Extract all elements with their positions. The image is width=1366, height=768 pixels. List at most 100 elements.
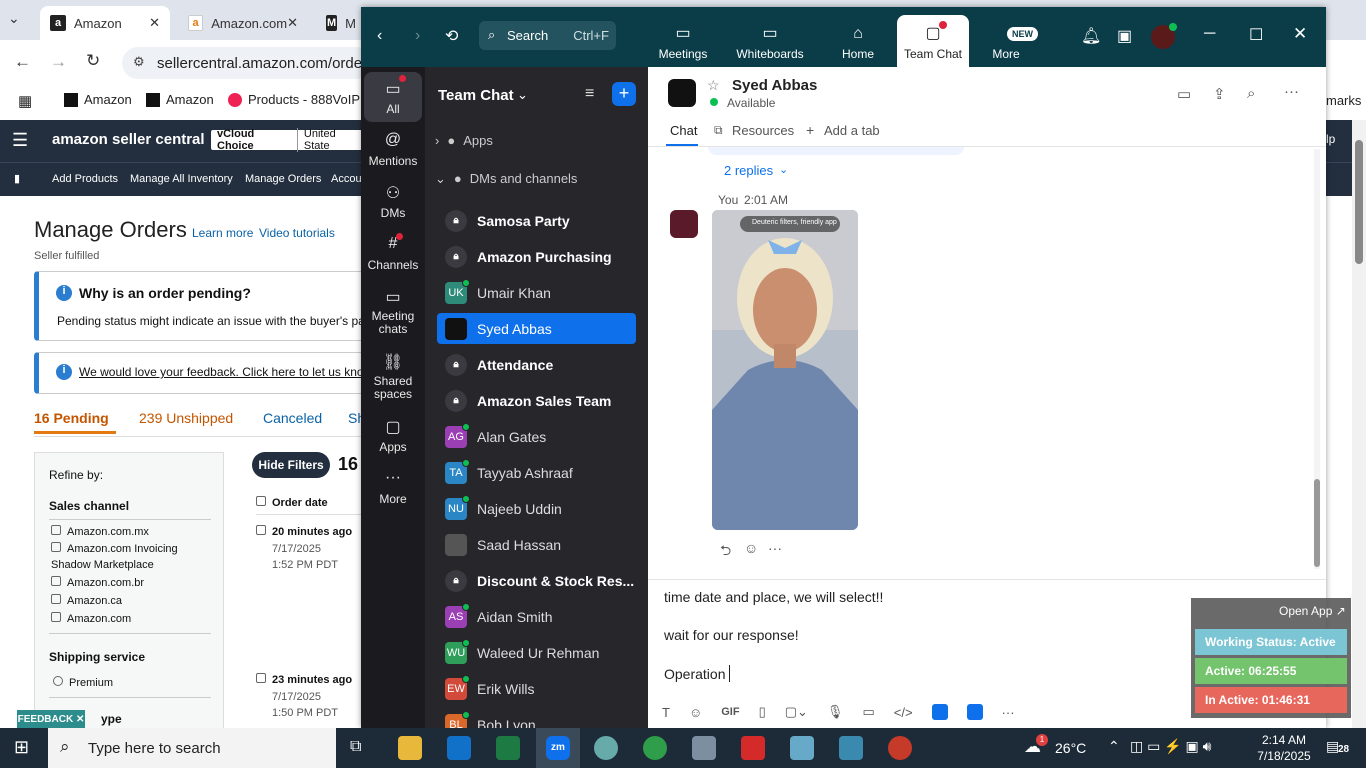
tab-chat[interactable]: Chat <box>670 123 697 138</box>
channel-item[interactable]: AS Aidan Smith <box>437 601 636 632</box>
compose-button[interactable]: + <box>612 82 636 106</box>
maximize-icon[interactable]: ☐ <box>1249 25 1263 45</box>
filter-amazon-ca[interactable]: Amazon.ca <box>51 594 122 607</box>
nav-manage-orders[interactable]: Manage Orders <box>245 173 321 185</box>
checkbox[interactable] <box>51 525 61 535</box>
order-date-header[interactable]: Order date <box>256 496 328 509</box>
tab-pending[interactable]: 16 Pending <box>34 410 109 426</box>
chrome-icon[interactable] <box>643 736 667 760</box>
app-icon[interactable] <box>966 704 983 720</box>
chevron-down-icon[interactable]: ⌄ <box>517 87 528 103</box>
nav-apps[interactable]: ▢ Apps <box>363 417 423 454</box>
screenshot-icon[interactable]: ▢⌄ <box>785 704 808 720</box>
apps-section[interactable]: › ● Apps <box>435 133 493 148</box>
search-icon[interactable]: ⌕ <box>1247 85 1255 102</box>
nav-add-products[interactable]: Add Products <box>52 173 118 185</box>
channel-item[interactable]: NU Najeeb Uddin <box>437 493 636 524</box>
tab-list-icon[interactable]: ⌄ <box>8 10 30 30</box>
tab-home[interactable]: ⌂ Home <box>820 15 896 67</box>
taskbar-search[interactable]: ⌕ Type here to search <box>48 728 336 768</box>
page-scrollbar[interactable] <box>1352 120 1366 728</box>
tab-amazon-1[interactable]: a Amazon ✕ <box>40 6 170 40</box>
learn-more-link[interactable]: Learn more <box>192 226 253 240</box>
channel-item[interactable]: 🔒︎ Amazon Sales Team <box>437 385 636 416</box>
clock-date[interactable]: 7/18/2025 <box>1254 749 1314 763</box>
file-explorer-icon[interactable] <box>398 736 422 760</box>
close-icon[interactable]: ✕ <box>149 15 160 31</box>
checkbox[interactable] <box>256 673 266 683</box>
calculator-icon[interactable] <box>692 736 716 760</box>
nav-account[interactable]: Accou <box>331 173 362 185</box>
scrollbar-thumb[interactable] <box>1314 479 1320 567</box>
filter-premium[interactable]: Premium <box>53 676 113 689</box>
gif-icon[interactable]: GIF <box>721 706 739 718</box>
forward-icon[interactable]: › <box>415 27 420 45</box>
all-bookmarks-label[interactable]: marks <box>1326 93 1361 108</box>
app-icon[interactable] <box>839 736 863 760</box>
checkbox[interactable] <box>51 576 61 586</box>
microphone-icon[interactable]: 🎙︎ <box>827 704 844 720</box>
video-tutorials-link[interactable]: Video tutorials <box>259 226 335 240</box>
channel-item[interactable]: 🔒︎ Amazon Purchasing <box>437 241 636 272</box>
site-info-icon[interactable]: ⚙ <box>133 54 145 70</box>
reply-icon[interactable]: ⮌ <box>720 540 731 564</box>
search-input[interactable]: ⌕ Search Ctrl+F <box>479 21 616 50</box>
feedback-button[interactable]: FEEDBACK ✕ <box>17 710 85 728</box>
close-icon[interactable]: ✕ <box>287 15 298 31</box>
tab-3[interactable]: M M <box>316 6 366 40</box>
tab-team-chat[interactable]: ▢ Team Chat <box>897 15 969 67</box>
tab-more[interactable]: NEW More <box>968 15 1044 67</box>
tray-icons[interactable]: ◫ ▭ ⚡ ▣ 🔊︎ <box>1130 738 1212 755</box>
tab-resources[interactable]: Resources <box>732 123 794 138</box>
more-icon[interactable]: ··· <box>1284 83 1299 100</box>
checkbox[interactable] <box>51 542 61 552</box>
nav-channels[interactable]: # Channels <box>363 233 423 272</box>
temperature[interactable]: 26°C <box>1055 740 1086 756</box>
tab-canceled[interactable]: Canceled <box>263 410 322 426</box>
channel-item[interactable]: WU Waleed Ur Rehman <box>437 637 636 668</box>
nav-meeting-chats[interactable]: ▭ Meeting chats <box>363 287 423 336</box>
filter-icon[interactable]: ≡ <box>585 85 594 103</box>
open-app-link[interactable]: Open App ↗ <box>1279 604 1346 618</box>
channel-item[interactable]: Syed Abbas <box>437 313 636 344</box>
nav-mentions[interactable]: @ Mentions <box>363 131 423 168</box>
channel-item[interactable]: 🔒︎ Discount & Stock Res... <box>437 565 636 596</box>
checkbox[interactable] <box>51 594 61 604</box>
bell-icon[interactable]: 🔔︎ <box>1081 26 1101 46</box>
more-icon[interactable]: ··· <box>768 540 782 556</box>
tab-unshipped[interactable]: 239 Unshipped <box>139 410 233 426</box>
channel-item[interactable]: Saad Hassan <box>437 529 636 560</box>
contact-avatar[interactable] <box>668 79 696 107</box>
bookmark-amazon-2[interactable]: Amazon <box>146 92 214 107</box>
format-text-icon[interactable]: T <box>662 705 670 720</box>
video-call-icon[interactable]: ▭ <box>1177 85 1191 103</box>
menu-icon[interactable]: ☰ <box>12 130 28 151</box>
task-view-icon[interactable]: ⧉ <box>350 738 361 756</box>
tab-whiteboards[interactable]: ▭ Whiteboards <box>732 15 808 67</box>
nav-manage-inventory[interactable]: Manage All Inventory <box>130 173 233 185</box>
share-screen-icon[interactable]: ⇪ <box>1213 85 1226 103</box>
file-icon[interactable]: ▯ <box>759 704 766 720</box>
app-icon[interactable] <box>594 736 618 760</box>
back-icon[interactable]: ‹ <box>377 27 382 45</box>
code-icon[interactable]: </> <box>894 705 913 720</box>
bookmark-amazon-1[interactable]: Amazon <box>64 92 132 107</box>
nav-shared-spaces[interactable]: ⛓ Shared spaces <box>363 352 423 401</box>
app-icon[interactable] <box>931 704 948 720</box>
history-icon[interactable]: ⟲ <box>445 26 458 46</box>
calendar-icon[interactable]: ▣ <box>1117 26 1132 46</box>
reload-icon[interactable]: ↻ <box>86 51 100 71</box>
help-label[interactable]: lp <box>1326 132 1335 146</box>
message-image[interactable]: Deuteric filters, friendly app <box>712 210 858 530</box>
forward-icon[interactable]: → <box>50 52 67 72</box>
app-icon[interactable] <box>790 736 814 760</box>
chrome-icon[interactable] <box>888 736 912 760</box>
nav-more[interactable]: ··· More <box>363 469 423 506</box>
close-icon[interactable]: ✕ <box>1293 24 1307 44</box>
emoji-react-icon[interactable]: ☺ <box>744 540 758 556</box>
url-bar[interactable]: ⚙ sellercentral.amazon.com/orders- <box>122 47 380 79</box>
channel-item[interactable]: EW Erik Wills <box>437 673 636 704</box>
bookmark-888voip[interactable]: Products - 888VoIP <box>228 92 360 107</box>
chat-scrollbar[interactable] <box>1314 149 1320 569</box>
filezilla-icon[interactable] <box>741 736 765 760</box>
